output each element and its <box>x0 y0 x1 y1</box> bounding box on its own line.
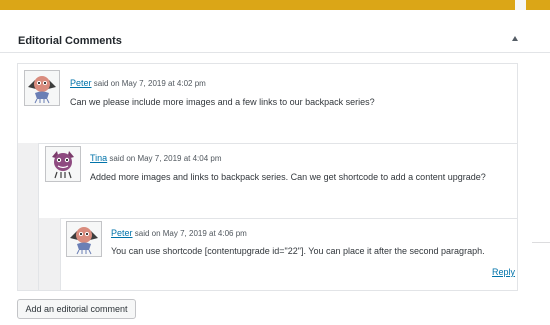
comment-text: Added more images and links to backpack … <box>90 172 486 182</box>
add-editorial-comment-button[interactable]: Add an editorial comment <box>17 299 136 319</box>
comment-text: You can use shortcode [contentupgrade id… <box>111 246 485 256</box>
bat-avatar-icon <box>66 221 102 257</box>
arrow-up-icon[interactable] <box>512 36 518 41</box>
comment-meta: Peter said on May 7, 2019 at 4:02 pm <box>70 78 206 88</box>
bat-avatar-icon <box>24 70 60 106</box>
panel-header[interactable]: Editorial Comments <box>0 10 550 53</box>
nested-indent <box>18 143 38 290</box>
comment-date: said on May 7, 2019 at 4:06 pm <box>134 229 247 238</box>
comment-author-link[interactable]: Tina <box>90 153 107 163</box>
comment-author-link[interactable]: Peter <box>111 228 133 238</box>
scroll-edge <box>532 63 550 291</box>
comment-meta: Tina said on May 7, 2019 at 4:04 pm <box>90 153 222 163</box>
comment-meta: Peter said on May 7, 2019 at 4:06 pm <box>111 228 247 238</box>
monster-avatar-icon <box>45 146 81 182</box>
comment-author-link[interactable]: Peter <box>70 78 92 88</box>
scroll-divider <box>532 242 550 243</box>
comment-date: said on May 7, 2019 at 4:02 pm <box>93 79 206 88</box>
top-accent-bar <box>0 0 550 10</box>
comment-text: Can we please include more images and a … <box>70 97 375 107</box>
panel-title: Editorial Comments <box>18 35 122 47</box>
reply-link[interactable]: Reply <box>492 267 515 277</box>
comment-date: said on May 7, 2019 at 4:04 pm <box>109 154 222 163</box>
top-bar-notch <box>515 0 526 10</box>
nested-indent <box>39 218 60 290</box>
